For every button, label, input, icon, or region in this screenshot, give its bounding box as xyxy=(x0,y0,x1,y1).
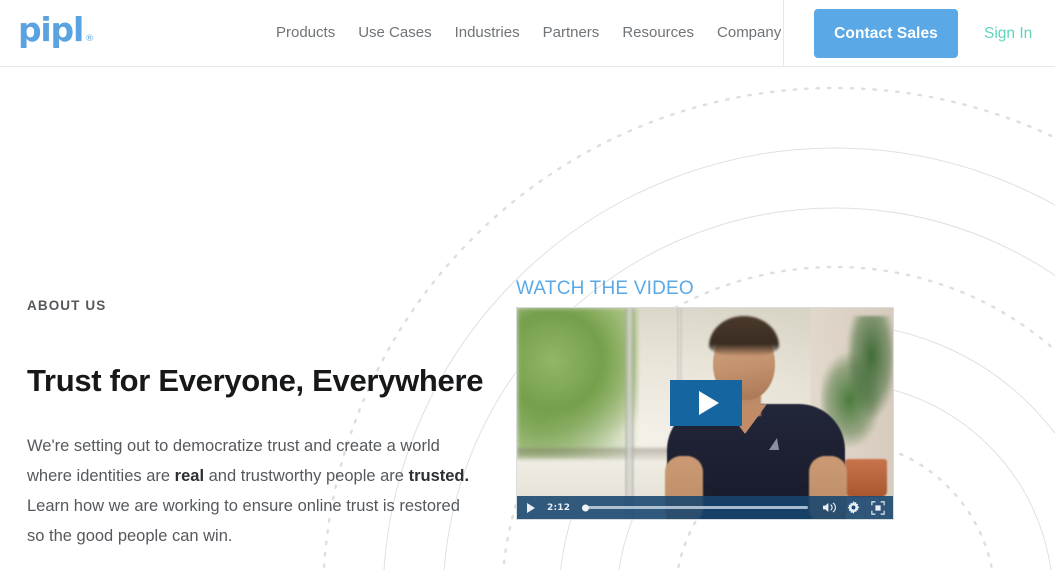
body-part-3: Learn how we are working to ensure onlin… xyxy=(27,496,460,545)
site-header: pipl ® Products Use Cases Industries Par… xyxy=(0,0,1055,67)
progress-bar[interactable] xyxy=(582,504,808,511)
thumbnail-plant-pot xyxy=(845,459,887,497)
nav-item-partners[interactable]: Partners xyxy=(543,22,600,44)
page-title: Trust for Everyone, Everywhere xyxy=(27,363,484,398)
watch-the-video-label: WATCH THE VIDEO xyxy=(516,278,694,299)
fullscreen-icon[interactable] xyxy=(869,499,886,516)
registered-trademark-icon: ® xyxy=(85,34,95,44)
header-divider xyxy=(783,0,784,66)
thumbnail-window-frame xyxy=(625,308,634,519)
page-root: pipl ® Products Use Cases Industries Par… xyxy=(0,0,1055,570)
nav-item-industries[interactable]: Industries xyxy=(455,22,520,44)
video-duration: 2:12 xyxy=(547,502,571,513)
volume-icon[interactable] xyxy=(821,499,838,516)
body-bold-real: real xyxy=(174,466,205,485)
nav-item-use-cases[interactable]: Use Cases xyxy=(358,22,431,44)
play-overlay-button[interactable] xyxy=(670,380,742,426)
video-section: WATCH THE VIDEO 2:12 xyxy=(516,277,894,520)
video-controls: 2:12 xyxy=(517,496,893,519)
about-section: ABOUT US Trust for Everyone, Everywhere … xyxy=(27,296,484,551)
nav-item-products[interactable]: Products xyxy=(276,22,335,44)
logo-text: pipl xyxy=(18,10,84,49)
contact-sales-button[interactable]: Contact Sales xyxy=(814,9,958,58)
thumbnail-foliage xyxy=(517,308,637,458)
progress-scrubber[interactable] xyxy=(582,504,590,511)
primary-nav: Products Use Cases Industries Partners R… xyxy=(276,22,781,44)
sign-in-link[interactable]: Sign In xyxy=(984,23,1032,45)
logo[interactable]: pipl ® xyxy=(18,13,94,46)
thumbnail-person-hair xyxy=(709,316,779,356)
body-part-2: and trustworthy people are xyxy=(204,466,409,485)
play-button[interactable] xyxy=(527,502,535,513)
thumbnail-window-sill xyxy=(517,448,687,460)
gear-icon[interactable] xyxy=(845,499,862,516)
body-bold-trusted: trusted. xyxy=(408,466,470,485)
play-icon xyxy=(698,391,719,415)
section-eyebrow: ABOUT US xyxy=(27,298,107,313)
nav-item-resources[interactable]: Resources xyxy=(622,22,694,44)
nav-item-company[interactable]: Company xyxy=(717,22,781,44)
section-body: We're setting out to democratize trust a… xyxy=(27,431,477,551)
video-player[interactable]: 2:12 xyxy=(516,307,894,520)
